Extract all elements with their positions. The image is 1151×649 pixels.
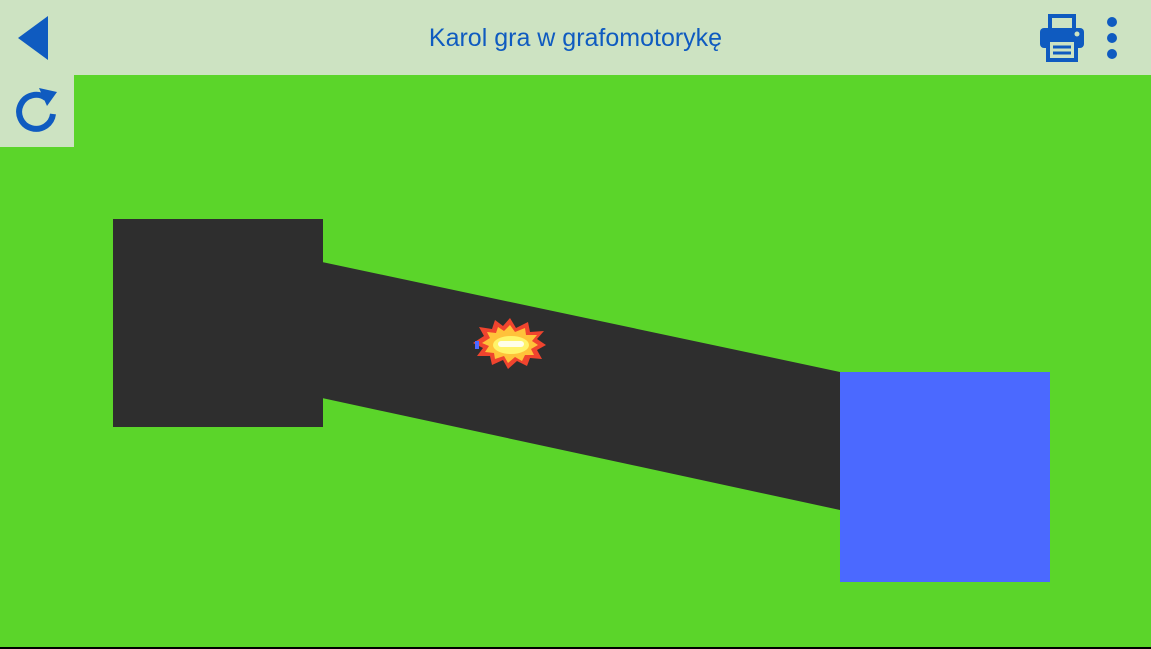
target-square bbox=[840, 372, 1050, 582]
more-vert-icon[interactable] bbox=[1094, 8, 1130, 68]
back-triangle-icon[interactable] bbox=[8, 8, 60, 68]
game-scene[interactable] bbox=[0, 75, 1151, 647]
start-square bbox=[113, 219, 323, 427]
refresh-icon bbox=[16, 88, 57, 132]
page-title: Karol gra w grafomotorykę bbox=[428, 24, 723, 52]
printer-icon[interactable] bbox=[1032, 10, 1092, 66]
top-toolbar: Karol gra w grafomotorykę bbox=[0, 0, 1151, 75]
path-road bbox=[322, 262, 840, 510]
game-canvas[interactable] bbox=[0, 75, 1151, 647]
refresh-button[interactable] bbox=[0, 75, 74, 147]
